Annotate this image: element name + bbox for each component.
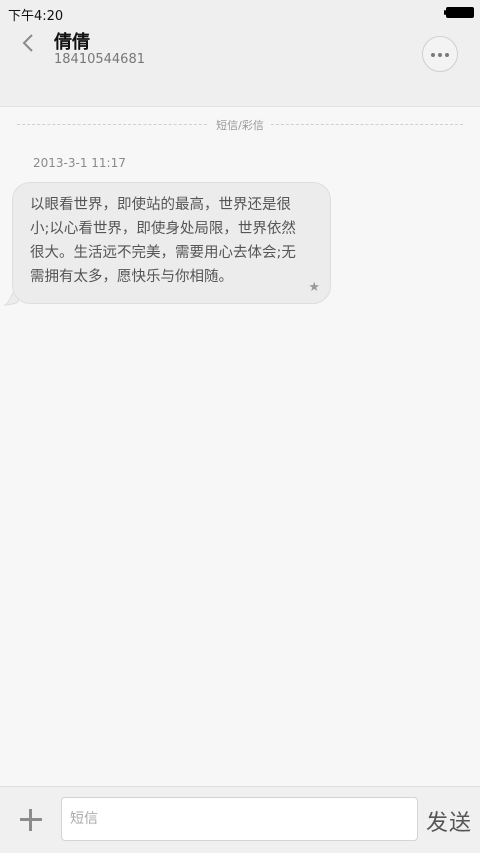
message-bubble[interactable]: 以眼看世界，即使站的最高，世界还是很 小;以心看世界，即使身处局限，世界依然 很… xyxy=(12,182,331,304)
back-button[interactable] xyxy=(16,30,42,58)
message-timestamp: 2013-3-1 11:17 xyxy=(33,156,126,170)
more-dots-icon xyxy=(431,53,435,57)
message-type-divider: 短信/彩信 xyxy=(17,116,463,132)
message-line: 以眼看世界，即使站的最高，世界还是很 xyxy=(30,197,291,213)
more-dot xyxy=(445,53,449,57)
chevron-left-icon xyxy=(22,34,33,52)
divider-line-right xyxy=(271,124,463,125)
more-dot xyxy=(438,53,442,57)
battery-icon xyxy=(444,7,474,18)
status-time: 下午4:20 xyxy=(8,9,64,24)
add-attachment-button[interactable] xyxy=(20,809,42,831)
more-options-button[interactable] xyxy=(422,36,458,72)
message-text: 以眼看世界，即使站的最高，世界还是很 小;以心看世界，即使身处局限，世界依然 很… xyxy=(30,193,320,289)
message-type-label: 短信/彩信 xyxy=(216,119,264,132)
message-line: 需拥有太多，愿快乐与你相随。 xyxy=(30,269,233,285)
message-input[interactable] xyxy=(61,797,418,841)
status-bar: 下午4:20 xyxy=(0,0,480,26)
message-line: 小;以心看世界，即使身处局限，世界依然 xyxy=(30,221,296,237)
contact-name: 倩倩 xyxy=(54,32,90,53)
conversation-header: 倩倩 18410544681 xyxy=(0,26,480,107)
messaging-screen: 下午4:20 倩倩 18410544681 短信/彩信 2013-3-1 11:… xyxy=(0,0,480,853)
message-line: 很大。生活远不完美，需要用心去体会;无 xyxy=(30,245,296,261)
send-button[interactable]: 发送 xyxy=(426,805,472,837)
contact-number: 18410544681 xyxy=(54,52,145,67)
compose-bar: 发送 xyxy=(0,786,480,853)
star-icon[interactable]: ★ xyxy=(308,280,320,295)
